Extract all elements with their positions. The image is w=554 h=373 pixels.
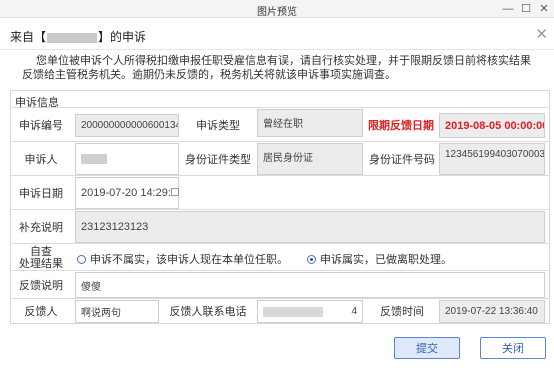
radio-true-label[interactable]: 申诉属实，已做离职处理。	[320, 251, 452, 267]
label-deadline: 限期反馈日期	[368, 119, 434, 132]
section-title: 申诉信息	[11, 91, 549, 109]
label-self-check-line2: 处理结果	[19, 258, 63, 270]
appeal-info-panel: 申诉信息 申诉编号 2000000000006001345 申诉类型 曾经在职 …	[10, 90, 550, 324]
appeal-type-field: 曾经在职	[257, 109, 363, 137]
feedback-phone-suffix: 4	[351, 306, 357, 317]
close-icon[interactable]: ✕	[535, 25, 548, 43]
redacted-appellant-name	[81, 154, 107, 164]
label-appeal-date: 申诉日期	[19, 187, 63, 200]
id-type-field: 居民身份证	[257, 143, 363, 175]
notice-line-1: 您单位被申诉个人所得税扣缴申报任职受雇信息有误，请自行核实处理，并于限期反馈日前…	[36, 55, 531, 67]
feedback-time-field: 2019-07-22 13:36:40	[439, 300, 545, 323]
feedback-desc-field[interactable]: 傻傻	[75, 272, 545, 298]
notice-text: 您单位被申诉个人所得税扣缴申报任职受雇信息有误，请自行核实处理，并于限期反馈日前…	[22, 54, 537, 82]
feedback-phone-field[interactable]: 4	[257, 300, 363, 323]
label-appellant: 申诉人	[24, 153, 58, 166]
id-number-field: 123456199403070003	[439, 143, 545, 175]
deadline-field: 2019-08-05 00:00:00	[439, 113, 545, 138]
radio-true[interactable]: 申诉属实，已做离职处理。	[307, 251, 452, 267]
dialog-header: 来自【 】的申诉 ✕	[0, 20, 554, 50]
radio-not-true[interactable]: 申诉不属实，该申诉人现在本单位任职。	[77, 251, 288, 267]
label-self-check: 自查 处理结果	[11, 245, 71, 271]
window-close-icon[interactable]: ✕	[536, 1, 552, 17]
label-feedback-person: 反馈人	[24, 306, 58, 318]
appellant-field	[75, 143, 179, 175]
label-appeal-no: 申诉编号	[19, 119, 63, 132]
label-self-check-line1: 自查	[30, 246, 52, 258]
window-title: 图片预览	[257, 7, 297, 18]
label-feedback-phone: 反馈人联系电话	[169, 306, 247, 318]
dialog-title: 来自【 】的申诉	[10, 28, 146, 45]
radio-not-true-circle[interactable]	[77, 254, 86, 264]
submit-button[interactable]: 提交	[394, 337, 460, 359]
minimize-icon[interactable]: —	[500, 1, 516, 17]
appeal-date-field: 2019-07-20 14:29:28	[75, 177, 179, 209]
radio-true-circle[interactable]	[307, 254, 316, 264]
close-button[interactable]: 关闭	[480, 337, 546, 359]
label-id-number: 身份证件号码	[369, 153, 435, 166]
feedback-person-field[interactable]: 啊说两句	[75, 300, 159, 323]
redacted-company-name	[47, 32, 98, 43]
dialog-title-suffix: 】的申诉	[98, 30, 147, 44]
window-titlebar: 图片预览 — ☐ ✕	[0, 0, 554, 18]
dialog-title-prefix: 来自【	[10, 30, 47, 44]
appeal-no-field: 2000000000006001345	[75, 114, 179, 137]
notice-line-2: 反馈给主管税务机关。逾期仍未反馈的，税务机关将就该申诉事项实施调查。	[22, 69, 396, 81]
supplement-field: 23123123123	[75, 211, 545, 243]
calendar-icon	[171, 188, 179, 196]
label-supplement: 补充说明	[19, 221, 63, 234]
redacted-phone	[263, 306, 323, 317]
label-feedback-time: 反馈时间	[380, 306, 424, 318]
radio-not-true-label[interactable]: 申诉不属实，该申诉人现在本单位任职。	[90, 251, 288, 267]
label-appeal-type: 申诉类型	[196, 119, 240, 132]
label-feedback-desc: 反馈说明	[19, 279, 63, 292]
label-id-type: 身份证件类型	[185, 153, 251, 166]
maximize-icon[interactable]: ☐	[518, 1, 534, 17]
